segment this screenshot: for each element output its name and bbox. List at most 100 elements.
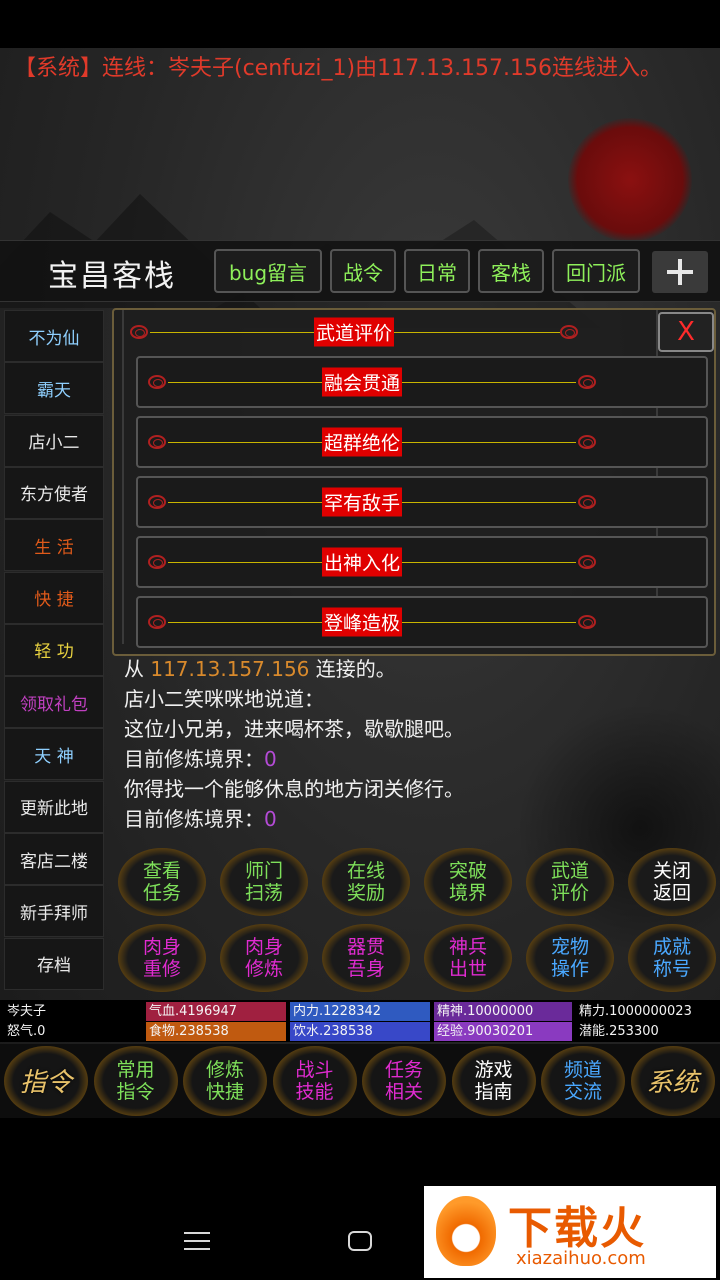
martial-evaluation-dialog: 武道评价 X 融会贯通超群绝伦罕有敌手出神入化登峰造极: [112, 308, 716, 656]
menu-icon[interactable]: [184, 1230, 210, 1252]
menu-button[interactable]: 指令: [2, 1044, 90, 1118]
menu-label: 战斗 技能: [271, 1059, 359, 1103]
action-label: 器贯 吾身: [318, 936, 414, 980]
action-label-line: 肉身: [142, 936, 181, 958]
realm-value: 0: [264, 747, 277, 771]
stats-panel: 岑夫子 气血.4196947 内力.1228342 精神.10000000 精力.100…: [0, 1000, 720, 1042]
tab-return-sect[interactable]: 回门派: [552, 249, 640, 293]
menu-calligraphy: 指令: [19, 1068, 72, 1098]
action-button[interactable]: 肉身 重修: [114, 922, 210, 994]
action-label-line: 操作: [550, 958, 589, 980]
log-line: 目前修炼境界：0: [124, 744, 464, 774]
tab-daily[interactable]: 日常: [404, 249, 470, 293]
action-label-line: 突破: [448, 860, 487, 882]
menu-button[interactable]: 战斗 技能: [271, 1044, 359, 1118]
ornament-icon: [148, 555, 166, 569]
menu-label-line: 游戏: [474, 1059, 513, 1081]
option-label: 登峰造极: [321, 607, 403, 637]
stat-bar: 潜能.253300: [576, 1022, 716, 1041]
log-line: 店小二笑咪咪地说道：: [124, 687, 324, 711]
location-title: 宝昌客栈: [48, 259, 176, 294]
action-button[interactable]: 器贯 吾身: [318, 922, 414, 994]
dialog-title: 武道评价: [313, 317, 395, 347]
bottom-menu: 指令 常用 指令 修炼 快捷 战斗 技能 任务 相关 游戏 指南 频道 交流 系统: [0, 1044, 720, 1118]
menu-label-line: 频道: [563, 1059, 602, 1081]
menu-label-line: 任务: [384, 1059, 423, 1081]
action-label-line: 称号: [652, 958, 691, 980]
action-label-line: 神兵: [448, 936, 487, 958]
ornament-icon: [148, 495, 166, 509]
realm-value: 0: [264, 807, 277, 831]
menu-label-line: 相关: [384, 1081, 423, 1103]
menu-button[interactable]: 游戏 指南: [450, 1044, 538, 1118]
action-label-line: 查看: [142, 860, 181, 882]
action-button[interactable]: 神兵 出世: [420, 922, 516, 994]
sidebar-button[interactable]: 霸天: [4, 362, 104, 415]
sidebar-button[interactable]: 客店二楼: [4, 833, 104, 885]
sidebar-button[interactable]: 新手拜师: [4, 885, 104, 938]
tab-inn[interactable]: 客栈: [478, 249, 544, 293]
action-label-line: 出世: [448, 958, 487, 980]
action-label-line: 肉身: [244, 936, 283, 958]
watermark-subtitle: xiazaihuo.com: [516, 1248, 646, 1269]
action-button[interactable]: 宠物 操作: [522, 922, 618, 994]
action-label: 关闭 返回: [624, 860, 720, 904]
log-text: 连接的。: [309, 657, 396, 681]
log-line: 这位小兄弟，进来喝杯茶，歇歇腿吧。: [124, 717, 464, 741]
action-label: 突破 境界: [420, 860, 516, 904]
watermark: 下载火 xiazaihuo.com: [424, 1186, 716, 1278]
action-label-line: 修炼: [244, 958, 283, 980]
evaluation-option[interactable]: 融会贯通: [136, 356, 708, 408]
action-label-line: 在线: [346, 860, 385, 882]
action-button[interactable]: 突破 境界: [420, 846, 516, 918]
action-button[interactable]: 师门 扫荡: [216, 846, 312, 918]
menu-calligraphy: 系统: [646, 1068, 699, 1098]
evaluation-option[interactable]: 出神入化: [136, 536, 708, 588]
action-label-line: 奖励: [346, 882, 385, 904]
action-label: 宠物 操作: [522, 936, 618, 980]
home-icon[interactable]: [347, 1230, 373, 1252]
menu-button[interactable]: 常用 指令: [92, 1044, 180, 1118]
evaluation-option[interactable]: 罕有敌手: [136, 476, 708, 528]
sidebar-button[interactable]: 快 捷: [4, 571, 104, 624]
add-tab-button[interactable]: [652, 251, 708, 293]
action-label-line: 重修: [142, 958, 181, 980]
action-label-line: 武道: [550, 860, 589, 882]
sidebar-button[interactable]: 领取礼包: [4, 676, 104, 729]
evaluation-option[interactable]: 登峰造极: [136, 596, 708, 648]
sidebar-button[interactable]: 存档: [4, 937, 104, 990]
menu-label-line: 指南: [474, 1081, 513, 1103]
ornament-icon: [578, 495, 596, 509]
dialog-title-bar: 武道评价: [126, 317, 582, 347]
action-label-line: 宠物: [550, 936, 589, 958]
action-button[interactable]: 肉身 修炼: [216, 922, 312, 994]
option-label: 超群绝伦: [321, 427, 403, 457]
ornament-icon: [148, 435, 166, 449]
menu-button[interactable]: 修炼 快捷: [181, 1044, 269, 1118]
sidebar-button[interactable]: 店小二: [4, 414, 104, 467]
close-button[interactable]: X: [658, 312, 714, 352]
tab-bug-message[interactable]: bug留言: [214, 249, 322, 293]
menu-button[interactable]: 系统: [629, 1044, 717, 1118]
sidebar-button[interactable]: 东方使者: [4, 466, 104, 519]
menu-button[interactable]: 频道 交流: [539, 1044, 627, 1118]
menu-label-line: 常用: [116, 1059, 155, 1081]
evaluation-option[interactable]: 超群绝伦: [136, 416, 708, 468]
tab-battle-pass[interactable]: 战令: [330, 249, 396, 293]
sidebar-button[interactable]: 轻 功: [4, 623, 104, 676]
action-button[interactable]: 查看 任务: [114, 846, 210, 918]
sidebar-button[interactable]: 不为仙: [4, 310, 104, 362]
action-button[interactable]: 关闭 返回: [624, 846, 720, 918]
action-label: 肉身 重修: [114, 936, 210, 980]
action-button[interactable]: 武道 评价: [522, 846, 618, 918]
action-button[interactable]: 在线 奖励: [318, 846, 414, 918]
sidebar-button[interactable]: 天 神: [4, 728, 104, 781]
action-button[interactable]: 成就 称号: [624, 922, 720, 994]
sidebar-button[interactable]: 生 活: [4, 519, 104, 572]
sidebar-button[interactable]: 更新此地: [4, 780, 104, 833]
ornament-icon: [578, 555, 596, 569]
action-label-line: 返回: [652, 882, 691, 904]
ornament-icon: [148, 615, 166, 629]
menu-label-line: 交流: [563, 1081, 602, 1103]
menu-button[interactable]: 任务 相关: [360, 1044, 448, 1118]
